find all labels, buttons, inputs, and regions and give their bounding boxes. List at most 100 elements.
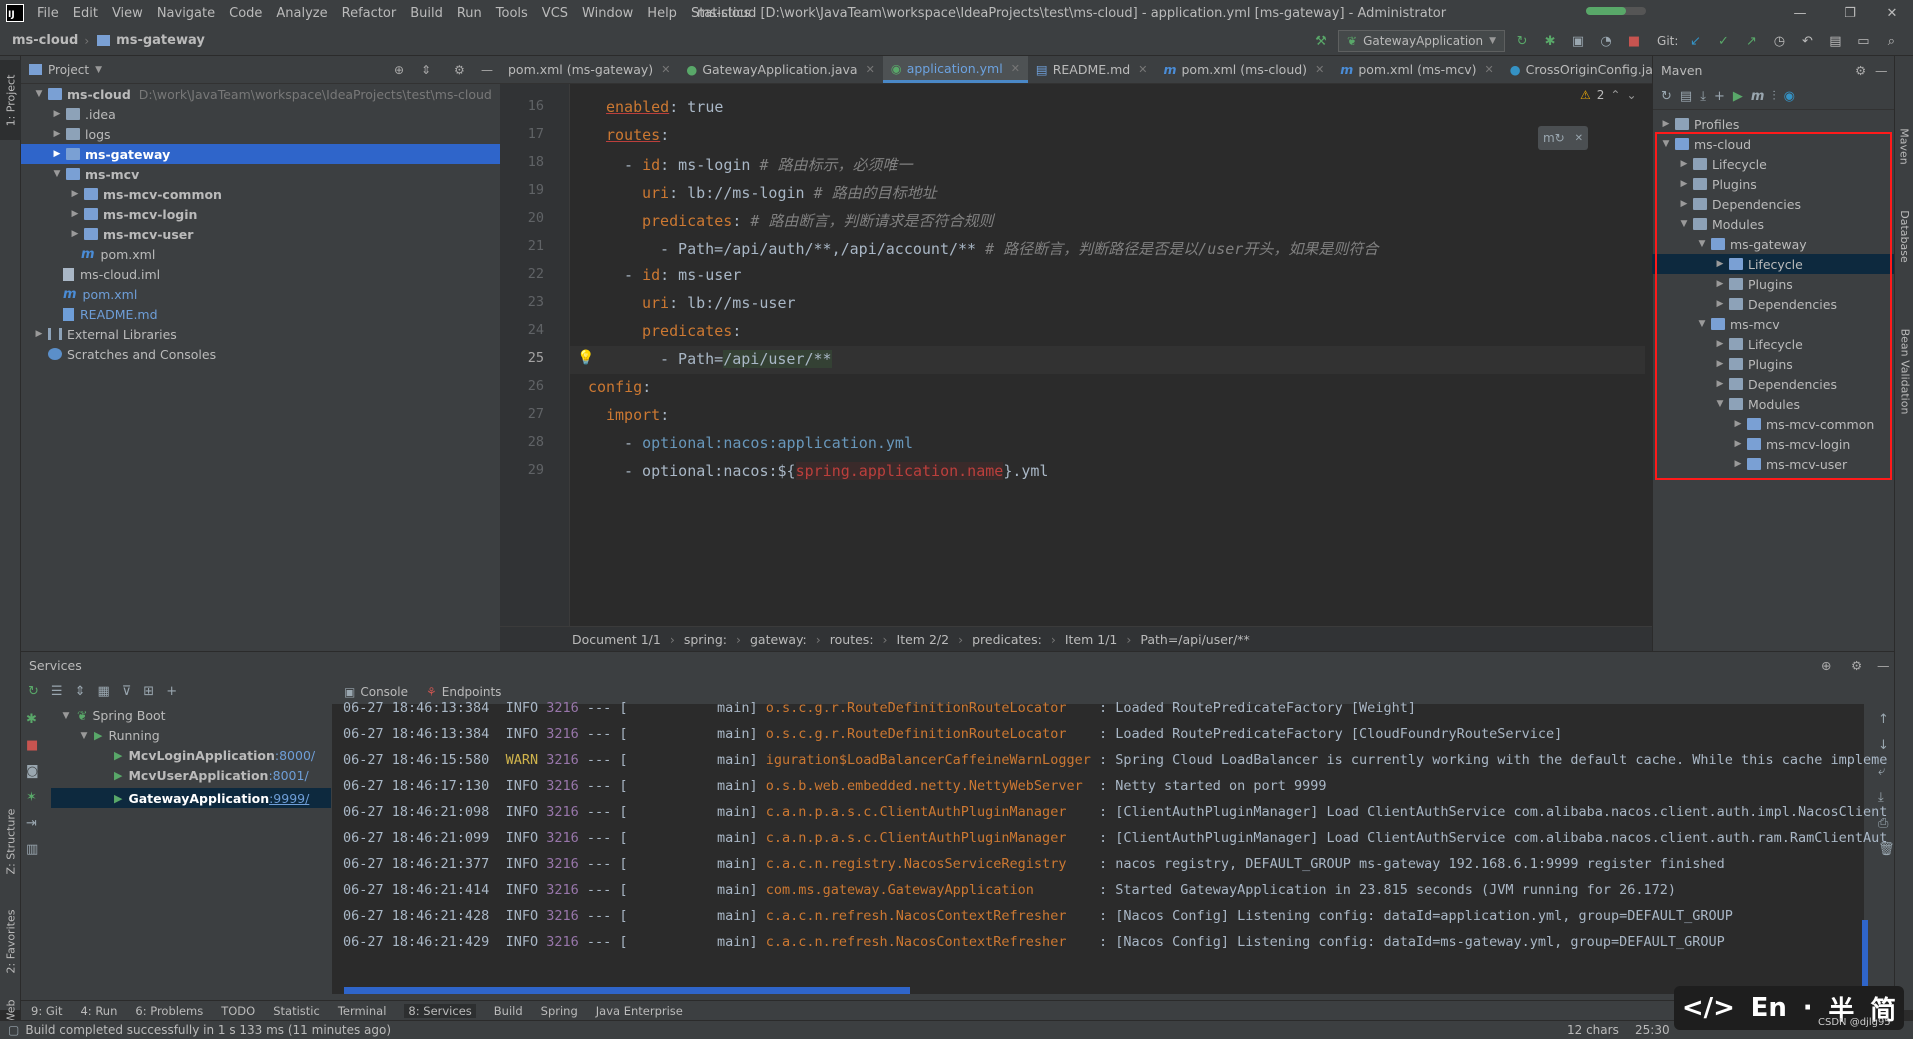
tool-tab-database[interactable]: Database bbox=[1895, 196, 1913, 276]
chevron-up-icon[interactable]: ⌃ bbox=[1610, 88, 1620, 102]
breadcrumb-item[interactable]: Item 2/2 bbox=[897, 632, 950, 647]
inspection-widget[interactable]: ⚠ 2 ⌃ ⌄ bbox=[1580, 88, 1637, 102]
tree-item-root-pom[interactable]: m pom.xml bbox=[21, 284, 500, 304]
close-icon[interactable]: ✕ bbox=[1011, 62, 1020, 75]
console-vertical-scrollbar[interactable] bbox=[1862, 920, 1868, 990]
add-service-icon[interactable]: + bbox=[166, 684, 177, 699]
chevron-down-icon[interactable]: ▼ bbox=[95, 65, 102, 75]
menu-file[interactable]: File bbox=[30, 6, 66, 21]
project-panel-title[interactable]: Project bbox=[48, 63, 89, 77]
rollback-icon[interactable]: ↶ bbox=[1796, 30, 1818, 52]
services-app-gateway[interactable]: ▶ GatewayApplication:9999/ bbox=[51, 788, 331, 808]
lightbulb-icon[interactable]: 💡 bbox=[577, 350, 594, 366]
tab-application-yml[interactable]: ◉ application.yml ✕ bbox=[882, 56, 1028, 83]
locate-icon[interactable]: ⊕ bbox=[394, 63, 404, 77]
tree-item-ms-gateway[interactable]: ▶ ms-gateway bbox=[21, 144, 500, 164]
close-icon[interactable]: ✕ bbox=[1315, 63, 1324, 76]
print-icon[interactable]: ⎙ bbox=[1878, 816, 1895, 831]
tool-tab-todo[interactable]: TODO bbox=[221, 1004, 255, 1018]
coverage-icon[interactable]: ▣ bbox=[1567, 30, 1589, 52]
soft-wrap-icon[interactable]: ⤶ bbox=[1878, 764, 1895, 779]
menu-navigate[interactable]: Navigate bbox=[150, 6, 222, 21]
tree-item-scratches[interactable]: Scratches and Consoles bbox=[21, 344, 500, 364]
skip-tests-icon[interactable]: ◉ bbox=[1784, 89, 1795, 104]
tool-tab-problems[interactable]: 6: Problems bbox=[135, 1004, 203, 1018]
menu-code[interactable]: Code bbox=[222, 6, 269, 21]
ime-punctuation[interactable]: · bbox=[1803, 993, 1813, 1023]
breadcrumb-item[interactable]: gateway: bbox=[750, 632, 807, 647]
tab-pom-gateway[interactable]: pom.xml (ms-gateway) ✕ bbox=[500, 56, 678, 83]
breadcrumb-item[interactable]: Document 1/1 bbox=[572, 632, 661, 647]
execute-goal-icon[interactable]: m bbox=[1751, 89, 1765, 104]
menu-tools[interactable]: Tools bbox=[489, 6, 535, 21]
globe-icon[interactable]: ⊕ bbox=[1821, 658, 1831, 673]
tab-endpoints[interactable]: ⚘ Endpoints bbox=[426, 685, 501, 699]
git-commit-icon[interactable]: ✓ bbox=[1712, 30, 1734, 52]
menu-edit[interactable]: Edit bbox=[66, 6, 105, 21]
maven-reload-icon[interactable]: m↻ bbox=[1543, 131, 1565, 145]
tab-readme[interactable]: ▤ README.md ✕ bbox=[1028, 56, 1156, 83]
collapse-all-icon[interactable]: ⇕ bbox=[421, 63, 431, 77]
git-push-icon[interactable]: ↗ bbox=[1740, 30, 1762, 52]
tree-item-logs[interactable]: ▶ logs bbox=[21, 124, 500, 144]
new-tab-icon[interactable]: ⊞ bbox=[143, 684, 154, 699]
ime-code-icon[interactable]: </> bbox=[1682, 993, 1735, 1023]
close-window-button[interactable]: ✕ bbox=[1872, 0, 1912, 26]
breadcrumb-item[interactable]: spring: bbox=[684, 632, 727, 647]
refresh-icon[interactable]: ↻ bbox=[28, 684, 39, 699]
tab-console[interactable]: ▣ Console bbox=[344, 685, 408, 699]
tree-item-mcv-pom[interactable]: m pom.xml bbox=[21, 244, 500, 264]
tool-tab-services[interactable]: 8: Services bbox=[404, 1003, 476, 1018]
run-config-select[interactable]: ❦ GatewayApplication ▼ bbox=[1338, 30, 1506, 52]
tool-tab-build[interactable]: Build bbox=[494, 1004, 523, 1018]
run-icon[interactable]: ▶ bbox=[1733, 89, 1743, 104]
menu-view[interactable]: View bbox=[105, 6, 150, 21]
layout-icon[interactable]: ▭ bbox=[1852, 30, 1874, 52]
hide-panel-icon[interactable]: — bbox=[1877, 658, 1890, 673]
tree-item-external-libraries[interactable]: ▶ External Libraries bbox=[21, 324, 500, 344]
profile-icon[interactable]: ◔ bbox=[1595, 30, 1617, 52]
scroll-up-icon[interactable]: ↑ bbox=[1878, 712, 1895, 727]
gear-icon[interactable]: ⚙ bbox=[1855, 63, 1866, 78]
git-history-icon[interactable]: ◷ bbox=[1768, 30, 1790, 52]
maximize-button[interactable]: ❐ bbox=[1830, 0, 1870, 26]
minimize-button[interactable]: — bbox=[1780, 0, 1820, 26]
bug-icon[interactable]: ✶ bbox=[26, 790, 39, 805]
stop-icon[interactable]: ■ bbox=[26, 738, 39, 753]
camera-icon[interactable]: ◙ bbox=[26, 764, 39, 779]
tab-pom-cloud[interactable]: m pom.xml (ms-cloud) ✕ bbox=[1155, 56, 1332, 83]
chevron-down-icon[interactable]: ⌄ bbox=[1626, 88, 1636, 102]
stop-icon[interactable]: ■ bbox=[1623, 30, 1645, 52]
close-icon[interactable]: ✕ bbox=[1484, 63, 1493, 76]
ime-language[interactable]: En bbox=[1751, 993, 1787, 1023]
services-tree-spring-boot[interactable]: ▼ ❦ Spring Boot bbox=[60, 708, 166, 723]
console-output[interactable] bbox=[332, 704, 1864, 994]
menu-run[interactable]: Run bbox=[450, 6, 489, 21]
menu-window[interactable]: Window bbox=[575, 6, 640, 21]
git-update-icon[interactable]: ↙ bbox=[1684, 30, 1706, 52]
scroll-down-icon[interactable]: ↓ bbox=[1878, 738, 1895, 753]
build-hammer-icon[interactable]: ⚒ bbox=[1310, 30, 1332, 52]
toggle-offline-icon[interactable]: ⫶ bbox=[1772, 89, 1775, 104]
tool-tab-statistic[interactable]: Statistic bbox=[273, 1004, 320, 1018]
caret-position[interactable]: 25:30 bbox=[1635, 1023, 1670, 1037]
tool-tab-git[interactable]: 9: Git bbox=[31, 1004, 62, 1018]
close-icon[interactable]: ✕ bbox=[661, 63, 670, 76]
tree-item-readme[interactable]: README.md bbox=[21, 304, 500, 324]
expand-all-icon[interactable]: ☰ bbox=[51, 684, 63, 699]
memory-indicator[interactable] bbox=[1586, 7, 1646, 15]
tool-tab-terminal[interactable]: Terminal bbox=[338, 1004, 387, 1018]
collapse-all-icon[interactable]: ⇕ bbox=[75, 684, 86, 699]
debug-icon[interactable]: ✱ bbox=[26, 712, 39, 727]
menu-help[interactable]: Help bbox=[640, 6, 684, 21]
close-icon[interactable]: ✕ bbox=[1575, 133, 1583, 144]
maven-item-profiles[interactable]: ▶ Profiles bbox=[1652, 114, 1894, 134]
reload-icon[interactable]: ↻ bbox=[1661, 89, 1672, 104]
console-horizontal-scrollbar[interactable] bbox=[344, 987, 910, 994]
close-icon[interactable]: ✕ bbox=[866, 63, 875, 76]
tree-item-ms-cloud[interactable]: ▼ ms-cloud D:\work\JavaTeam\workspace\Id… bbox=[21, 84, 500, 104]
tree-item-ms-mcv-user[interactable]: ▶ ms-mcv-user bbox=[21, 224, 500, 244]
breadcrumb-project[interactable]: ms-cloud bbox=[0, 33, 84, 48]
debug-icon[interactable]: ✱ bbox=[1539, 30, 1561, 52]
group-by-icon[interactable]: ▦ bbox=[97, 684, 109, 699]
